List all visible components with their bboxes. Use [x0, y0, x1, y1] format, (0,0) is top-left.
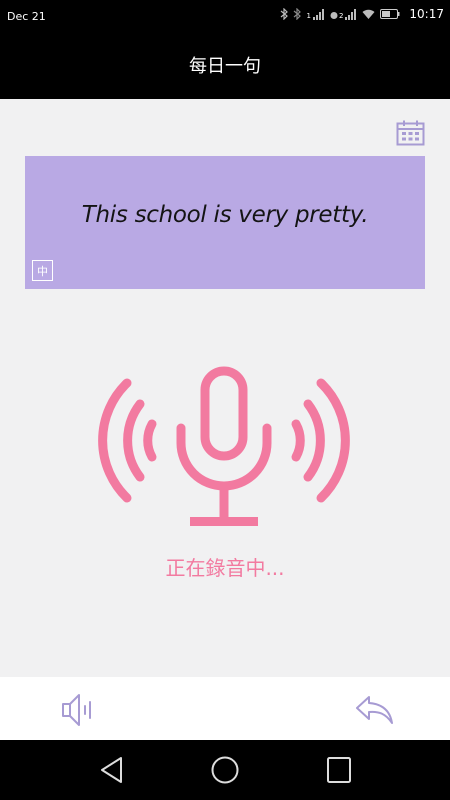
signal-icon	[312, 8, 324, 20]
sim2-label: 2	[338, 11, 344, 20]
page-title: 每日一句	[189, 56, 261, 77]
signal-icon	[345, 8, 357, 20]
reply-icon	[356, 696, 393, 724]
status-icons: 1 2 10:17	[280, 7, 444, 21]
data-sync-icon	[330, 11, 338, 19]
right-wave-middle	[303, 399, 325, 482]
sim1-signal: 1	[306, 8, 324, 20]
back-triangle-icon[interactable]	[98, 755, 128, 785]
left-wave-inner	[143, 419, 157, 462]
bluetooth-icon	[281, 8, 289, 20]
sentence-card: This school is very pretty. 中	[25, 156, 425, 289]
speaker-icon	[62, 694, 91, 726]
recording-status: 正在錄音中...	[165, 556, 285, 580]
wifi-icon	[362, 9, 375, 19]
home-circle-icon[interactable]	[210, 755, 240, 785]
sim1-label: 1	[306, 11, 311, 20]
daily-sentence: This school is very pretty.	[81, 202, 369, 228]
status-time: 10:17	[409, 7, 444, 21]
speaker-button[interactable]	[60, 692, 96, 728]
bluetooth-icon	[294, 8, 302, 20]
calendar-button[interactable]	[396, 120, 425, 146]
right-wave-inner	[291, 419, 305, 462]
bottom-toolbar	[0, 677, 450, 740]
navigation-bar	[0, 740, 450, 800]
sim2-signal: 2	[330, 8, 357, 20]
left-wave-middle	[123, 399, 145, 482]
status-date: Dec 21	[7, 10, 46, 23]
status-bar: Dec 21 1 2 10:17	[0, 0, 450, 31]
reply-button[interactable]	[355, 694, 395, 726]
mic-base	[190, 517, 258, 526]
microphone-icon[interactable]	[84, 365, 364, 535]
recents-square-icon[interactable]	[324, 755, 354, 785]
title-bar: 每日一句	[0, 31, 450, 99]
translate-button[interactable]: 中	[32, 260, 53, 281]
calendar-icon	[396, 120, 425, 146]
mic-capsule	[200, 366, 248, 461]
battery-icon	[380, 9, 400, 19]
